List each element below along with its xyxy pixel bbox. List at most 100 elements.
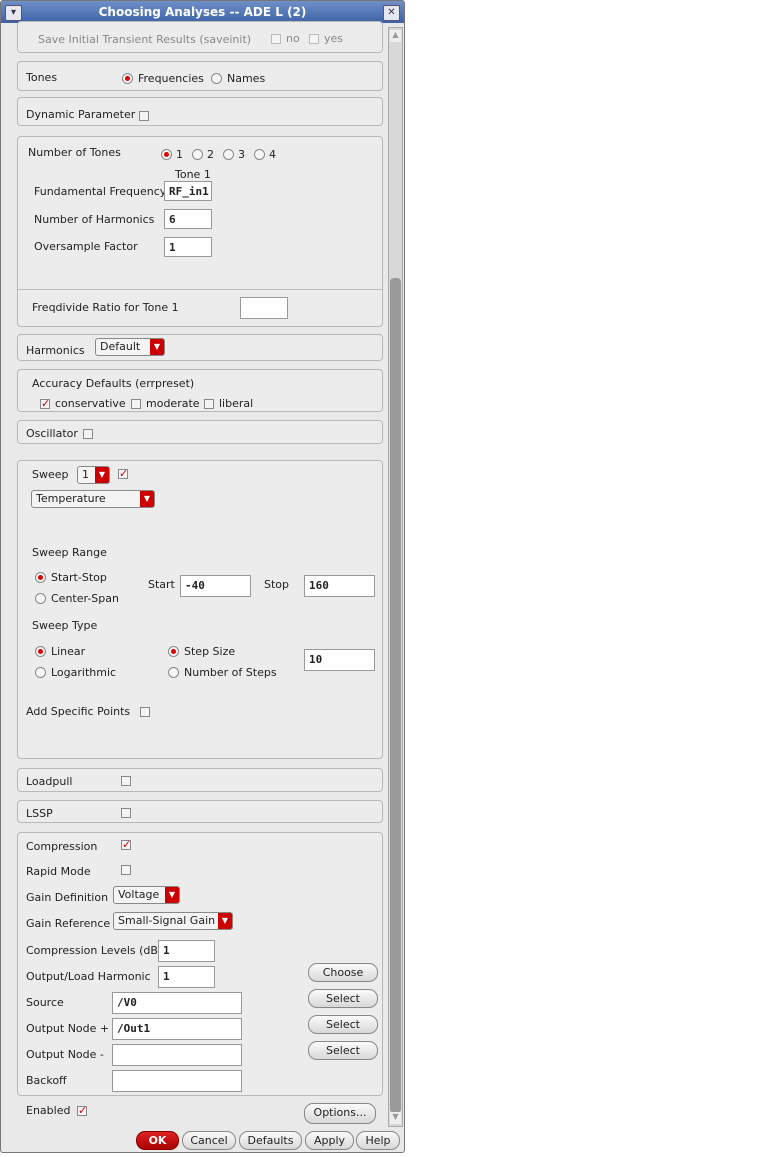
harmonics-dropdown[interactable]: Default ▼ <box>95 338 165 356</box>
output-load-harmonic-label: Output/Load Harmonic <box>26 970 151 983</box>
start-input[interactable]: -40 <box>180 575 251 597</box>
help-button[interactable]: Help <box>356 1131 400 1150</box>
gain-definition-value: Voltage <box>118 888 160 901</box>
cancel-button[interactable]: Cancel <box>182 1131 236 1150</box>
rapid-mode-label: Rapid Mode <box>26 865 91 878</box>
tone-settings-panel: Number of Tones 1 2 3 4 Tone 1 Fundament… <box>17 136 383 327</box>
compression-checkbox[interactable]: ✓ <box>121 839 131 850</box>
linear-label: Linear <box>51 645 86 658</box>
backoff-input[interactable] <box>112 1070 242 1092</box>
tones-3-label: 3 <box>238 148 245 161</box>
liberal-checkbox[interactable] <box>204 399 214 409</box>
number-of-harmonics-label: Number of Harmonics <box>34 213 155 226</box>
freqdivide-label: Freqdivide Ratio for Tone 1 <box>32 301 179 314</box>
step-size-radio[interactable] <box>168 646 179 657</box>
sweep-type-label: Sweep Type <box>32 619 98 632</box>
dynamic-parameter-panel: Dynamic Parameter <box>17 97 383 126</box>
tones-names-label: Names <box>227 72 266 85</box>
start-label: Start <box>148 578 175 591</box>
output-minus-select-button[interactable]: Select <box>308 1041 378 1060</box>
lssp-panel: LSSP <box>17 800 383 823</box>
loadpull-label: Loadpull <box>26 775 73 788</box>
step-size-label: Step Size <box>184 645 236 658</box>
saveinit-no-checkbox[interactable] <box>271 34 281 44</box>
output-node-plus-input[interactable]: /Out1 <box>112 1018 242 1040</box>
gain-definition-label: Gain Definition <box>26 891 109 904</box>
sweep-variable-dropdown[interactable]: Temperature ▼ <box>31 490 155 508</box>
tones-names-radio[interactable] <box>211 73 222 84</box>
chevron-down-icon: ▼ <box>140 491 154 507</box>
tones-frequencies-radio[interactable] <box>122 73 133 84</box>
ok-button[interactable]: OK <box>136 1131 179 1150</box>
step-value-input[interactable]: 10 <box>304 649 375 671</box>
compression-levels-input[interactable]: 1 <box>158 940 215 962</box>
accuracy-panel: Accuracy Defaults (errpreset) ✓ conservat… <box>17 369 383 412</box>
tones-2-radio[interactable] <box>192 149 203 160</box>
saveinit-yes-checkbox[interactable] <box>309 34 319 44</box>
oscillator-checkbox[interactable] <box>83 429 93 439</box>
tones-4-radio[interactable] <box>254 149 265 160</box>
tone-1-column-header: Tone 1 <box>175 168 211 181</box>
moderate-checkbox[interactable] <box>131 399 141 409</box>
output-plus-select-button[interactable]: Select <box>308 1015 378 1034</box>
saveinit-yes-label: yes <box>324 32 344 45</box>
sweep-count-value: 1 <box>82 468 89 481</box>
loadpull-checkbox[interactable] <box>121 776 131 786</box>
output-node-plus-label: Output Node + <box>26 1022 110 1035</box>
tones-label: Tones <box>26 71 58 84</box>
gain-definition-dropdown[interactable]: Voltage ▼ <box>113 886 180 904</box>
conservative-label: conservative <box>55 397 126 410</box>
defaults-button[interactable]: Defaults <box>239 1131 302 1150</box>
stop-label: Stop <box>264 578 290 591</box>
dynamic-parameter-label: Dynamic Parameter <box>26 108 136 121</box>
fundamental-frequency-label: Fundamental Frequency <box>34 185 167 198</box>
sweep-range-label: Sweep Range <box>32 546 107 559</box>
tones-3-radio[interactable] <box>223 149 234 160</box>
start-stop-label: Start-Stop <box>51 571 107 584</box>
output-node-minus-input[interactable] <box>112 1044 242 1066</box>
oversample-factor-input[interactable]: 1 <box>164 237 212 257</box>
start-stop-radio[interactable] <box>35 572 46 583</box>
lssp-label: LSSP <box>26 807 53 820</box>
scrollbar[interactable]: ▲ ▼ <box>388 27 403 1127</box>
rapid-mode-checkbox[interactable] <box>121 865 131 875</box>
harmonics-value: Default <box>100 340 141 353</box>
logarithmic-radio[interactable] <box>35 667 46 678</box>
number-of-steps-radio[interactable] <box>168 667 179 678</box>
add-specific-points-checkbox[interactable] <box>140 707 150 717</box>
linear-radio[interactable] <box>35 646 46 657</box>
scroll-thumb[interactable] <box>390 278 401 1113</box>
scroll-down-icon[interactable]: ▼ <box>390 1112 401 1124</box>
scroll-up-icon[interactable]: ▲ <box>390 30 401 42</box>
stop-input[interactable]: 160 <box>304 575 375 597</box>
dynamic-parameter-checkbox[interactable] <box>139 111 149 121</box>
center-span-radio[interactable] <box>35 593 46 604</box>
number-of-harmonics-input[interactable]: 6 <box>164 209 212 229</box>
chevron-down-icon: ▼ <box>165 887 179 903</box>
freqdivide-input[interactable] <box>240 297 288 319</box>
saveinit-no-label: no <box>286 32 300 45</box>
enabled-checkbox[interactable]: ✓ <box>77 1105 87 1116</box>
source-select-button[interactable]: Select <box>308 989 378 1008</box>
number-of-steps-label: Number of Steps <box>184 666 277 679</box>
options-button[interactable]: Options... <box>304 1103 376 1124</box>
gain-reference-dropdown[interactable]: Small-Signal Gain ▼ <box>113 912 233 930</box>
apply-button[interactable]: Apply <box>305 1131 354 1150</box>
choose-button[interactable]: Choose <box>308 963 378 982</box>
conservative-checkbox[interactable]: ✓ <box>40 398 50 409</box>
tones-1-radio[interactable] <box>161 149 172 160</box>
window-menu-icon[interactable]: ▾ <box>5 5 22 21</box>
sweep-count-dropdown[interactable]: 1 ▼ <box>77 466 110 484</box>
sweep-panel: Sweep 1 ▼ ✓ Temperature ▼ Sweep Range Star… <box>17 460 383 759</box>
fundamental-frequency-input[interactable]: RF_in1 <box>164 181 212 201</box>
output-load-harmonic-input[interactable]: 1 <box>158 966 215 988</box>
compression-panel: Compression ✓ Rapid Mode Gain Definition… <box>17 832 383 1096</box>
compression-label: Compression <box>26 840 98 853</box>
lssp-checkbox[interactable] <box>121 808 131 818</box>
tones-panel: Tones Frequencies Names <box>17 61 383 91</box>
moderate-label: moderate <box>146 397 200 410</box>
source-input[interactable]: /V0 <box>112 992 242 1014</box>
sweep-checkbox[interactable]: ✓ <box>118 468 128 479</box>
compression-levels-label: Compression Levels (dB) <box>26 944 163 957</box>
close-icon[interactable]: ✕ <box>383 5 400 21</box>
